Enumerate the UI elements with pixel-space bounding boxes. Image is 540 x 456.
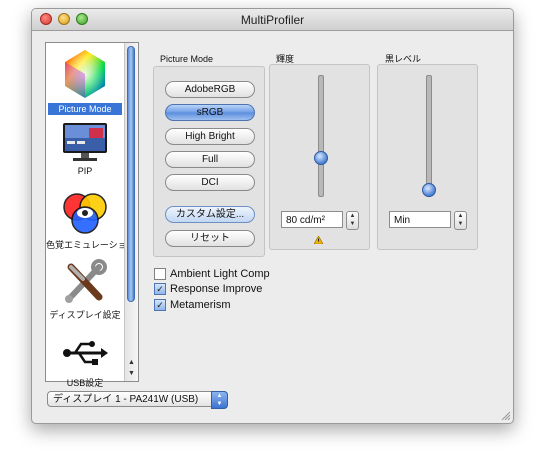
brightness-group: 80 cd/m² ▲ ▼ xyxy=(269,64,370,250)
mode-srgb-button[interactable]: sRGB xyxy=(165,104,255,121)
tools-icon xyxy=(65,259,107,303)
resize-grip-icon[interactable] xyxy=(500,410,510,420)
picture-mode-group: AdobeRGB sRGB High Bright Full DCI カスタム設… xyxy=(153,66,265,257)
usb-icon xyxy=(63,341,108,365)
scroll-down-icon[interactable]: ▼ xyxy=(125,368,138,380)
ambient-light-option[interactable]: Ambient Light Comp xyxy=(154,267,270,281)
brightness-slider-track[interactable] xyxy=(318,75,324,197)
monitor-icon xyxy=(63,123,107,161)
display-select[interactable]: ディスプレイ 1 - PA241W (USB) ▲ ▼ xyxy=(47,391,228,409)
color-emulation-icon xyxy=(63,193,107,234)
response-improve-checkbox[interactable]: ✓ xyxy=(154,283,166,295)
brightness-value-field[interactable]: 80 cd/m² xyxy=(281,211,343,228)
sidebar-scroll-thumb[interactable] xyxy=(127,46,135,302)
black-level-value-field[interactable]: Min xyxy=(389,211,451,228)
sidebar-item-label: ディスプレイ設定 xyxy=(49,310,121,320)
metamerism-checkbox[interactable]: ✓ xyxy=(154,299,166,311)
sidebar-item-color-emulation[interactable]: 色覚エミュレーション xyxy=(46,189,136,251)
sidebar: Picture Mode PIP 色覚エミュレーション ディスプレイ設定 USB… xyxy=(45,42,139,388)
ambient-light-checkbox[interactable] xyxy=(154,268,166,280)
metamerism-option[interactable]: ✓ Metamerism xyxy=(154,298,231,312)
black-level-group: Min ▲ ▼ xyxy=(377,64,478,250)
sidebar-item-picture-mode[interactable]: Picture Mode xyxy=(46,48,124,115)
response-improve-label: Response Improve xyxy=(170,283,263,295)
response-improve-option[interactable]: ✓ Response Improve xyxy=(154,282,262,296)
brightness-slider-knob[interactable] xyxy=(314,150,328,165)
black-level-slider-knob[interactable] xyxy=(422,183,436,197)
sidebar-item-display-settings[interactable]: ディスプレイ設定 xyxy=(46,259,124,321)
chevron-up-down-icon[interactable]: ▲ ▼ xyxy=(211,391,228,409)
sidebar-item-usb[interactable]: USB設定 xyxy=(46,333,124,389)
sidebar-item-label: Picture Mode xyxy=(48,103,122,115)
mode-high-bright-button[interactable]: High Bright xyxy=(165,128,255,145)
title-bar[interactable]: MultiProfiler xyxy=(32,9,513,31)
black-level-stepper[interactable]: ▲ ▼ xyxy=(454,211,467,230)
color-cube-icon xyxy=(65,50,105,98)
mode-adobergb-button[interactable]: AdobeRGB xyxy=(165,81,255,98)
brightness-stepper[interactable]: ▲ ▼ xyxy=(346,211,359,230)
app-window: MultiProfiler Picture Mode PIP 色覚エミュレーショ… xyxy=(31,8,514,424)
black-level-slider-track[interactable] xyxy=(426,75,432,197)
ambient-light-label: Ambient Light Comp xyxy=(170,268,270,280)
sidebar-item-pip[interactable]: PIP xyxy=(46,121,124,176)
reset-button[interactable]: リセット xyxy=(165,230,255,247)
metamerism-label: Metamerism xyxy=(170,299,231,311)
warning-icon xyxy=(314,236,323,244)
mode-dci-button[interactable]: DCI xyxy=(165,174,255,191)
mode-full-button[interactable]: Full xyxy=(165,151,255,168)
sidebar-scrollbar[interactable]: ▲ ▼ xyxy=(124,43,138,381)
display-select-value: ディスプレイ 1 - PA241W (USB) xyxy=(53,394,199,405)
window-title: MultiProfiler xyxy=(240,13,305,27)
sidebar-item-label: USB設定 xyxy=(66,378,104,388)
custom-settings-button[interactable]: カスタム設定... xyxy=(165,206,255,223)
picture-mode-title: Picture Mode xyxy=(160,54,214,64)
sidebar-item-label: PIP xyxy=(77,166,93,176)
sidebar-item-label: 色覚エミュレーション xyxy=(46,240,136,250)
